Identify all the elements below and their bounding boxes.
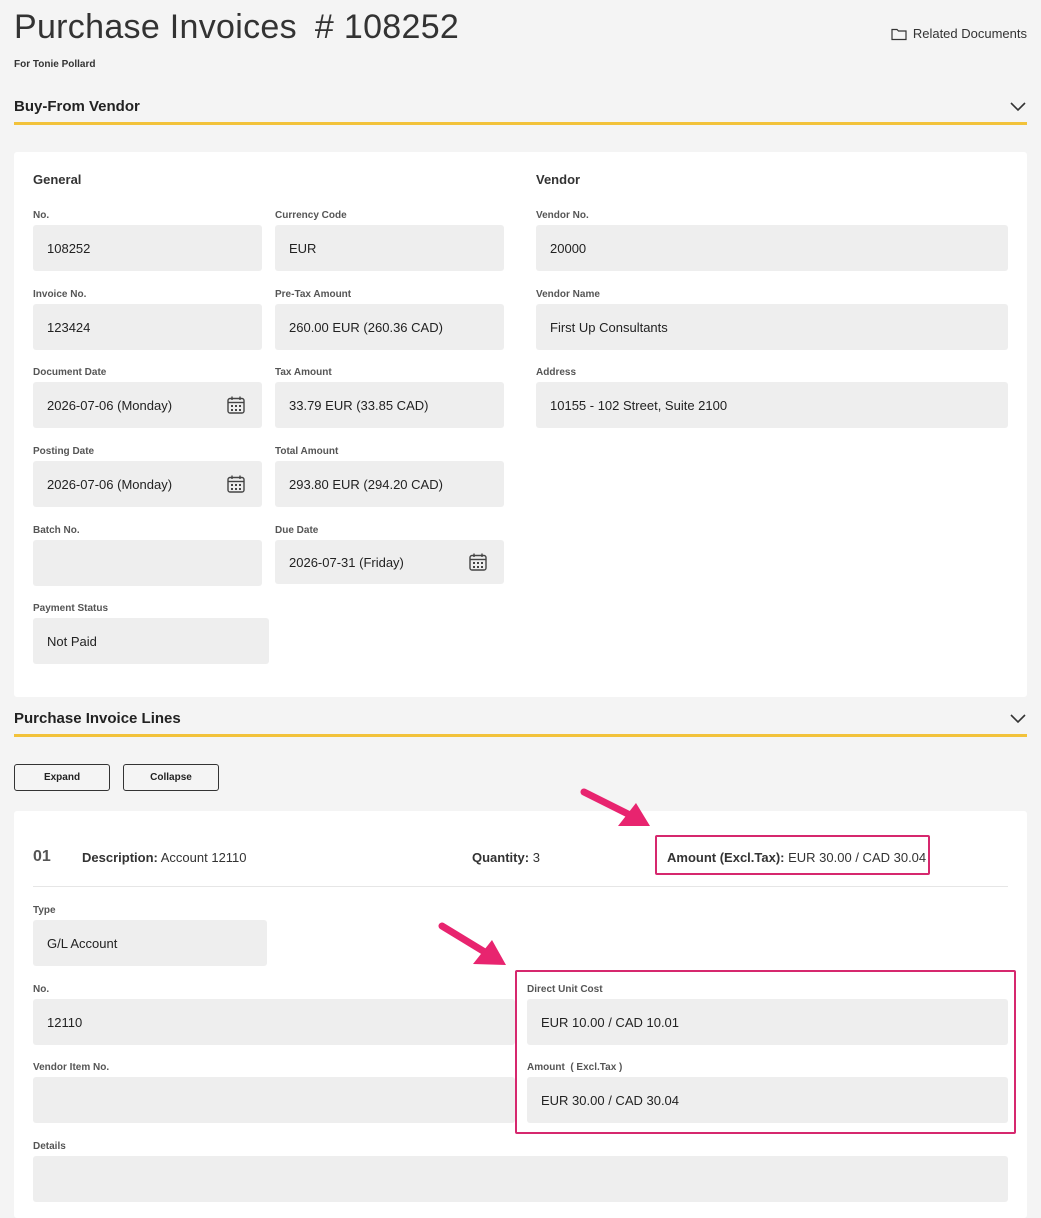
amount-excl-tax-field[interactable]: EUR 30.00 / CAD 30.04 (527, 1077, 1008, 1123)
posting-date-label: Posting Date (33, 446, 95, 457)
posting-date-value: 2026-07-06 (Monday) (47, 476, 173, 492)
folder-icon (891, 28, 907, 40)
invoice-lines-section-header[interactable]: Purchase Invoice Lines (14, 703, 1027, 737)
section-title: Purchase Invoice Lines (14, 710, 181, 727)
calendar-icon[interactable] (468, 552, 488, 572)
address-field[interactable]: 10155 - 102 Street, Suite 2100 (536, 382, 1008, 428)
line-description: Description: Account 12110 (82, 850, 247, 865)
amount-excl-tax-label: Amount ( Excl.Tax ) (527, 1062, 623, 1073)
amount-label: Amount (Excl.Tax): (667, 850, 785, 865)
page-title: Purchase Invoices # 108252 (14, 8, 1027, 47)
type-field[interactable]: G/L Account (33, 920, 267, 966)
direct-unit-cost-field[interactable]: EUR 10.00 / CAD 10.01 (527, 999, 1008, 1045)
due-date-label: Due Date (275, 525, 319, 536)
total-amount-field[interactable]: 293.80 EUR (294.20 CAD) (275, 461, 504, 507)
invoice-number: # 108252 (314, 8, 460, 46)
currency-code-field[interactable]: EUR (275, 225, 504, 271)
invoice-no-field[interactable]: 123424 (33, 304, 262, 350)
quantity-value: 3 (532, 850, 540, 865)
vendor-heading: Vendor (536, 172, 581, 187)
vendor-item-no-label: Vendor Item No. (33, 1062, 110, 1073)
tax-amount-field[interactable]: 33.79 EUR (33.85 CAD) (275, 382, 504, 428)
vendor-name-field[interactable]: First Up Consultants (536, 304, 1008, 350)
payment-status-label: Payment Status (33, 603, 109, 614)
related-documents-link[interactable]: Related Documents (891, 26, 1027, 41)
document-date-value: 2026-07-06 (Monday) (47, 397, 173, 413)
line-amount: Amount (Excl.Tax): EUR 30.00 / CAD 30.04 (667, 850, 926, 865)
tax-amount-label: Tax Amount (275, 367, 332, 378)
related-documents-label: Related Documents (912, 26, 1027, 41)
vendor-item-no-field[interactable] (33, 1077, 515, 1123)
details-field[interactable] (33, 1156, 1008, 1202)
vendor-no-field[interactable]: 20000 (536, 225, 1008, 271)
collapse-button[interactable]: Collapse (123, 764, 219, 791)
due-date-field[interactable]: 2026-07-31 (Friday) (275, 540, 504, 584)
batch-no-field[interactable] (33, 540, 262, 586)
chevron-down-icon[interactable] (1009, 713, 1027, 725)
vendor-no-label: Vendor No. (536, 210, 589, 221)
chevron-down-icon[interactable] (1009, 101, 1027, 113)
due-date-value: 2026-07-31 (Friday) (289, 554, 404, 570)
description-label: Description: (82, 850, 158, 865)
buy-from-vendor-section-header[interactable]: Buy-From Vendor (14, 91, 1027, 125)
document-date-field[interactable]: 2026-07-06 (Monday) (33, 382, 262, 428)
no-field[interactable]: 108252 (33, 225, 262, 271)
no-label: No. (33, 210, 50, 221)
page-subtitle: For Tonie Pollard (14, 59, 96, 70)
amount-value: EUR 30.00 / CAD 30.04 (788, 850, 927, 865)
total-amount-label: Total Amount (275, 446, 339, 457)
line-no-label: No. (33, 984, 50, 995)
currency-code-label: Currency Code (275, 210, 347, 221)
vendor-name-label: Vendor Name (536, 289, 600, 300)
general-heading: General (33, 172, 82, 187)
document-date-label: Document Date (33, 367, 107, 378)
batch-no-label: Batch No. (33, 525, 80, 536)
direct-unit-cost-label: Direct Unit Cost (527, 984, 603, 995)
quantity-label: Quantity: (472, 850, 530, 865)
calendar-icon[interactable] (226, 474, 246, 494)
pre-tax-amount-field[interactable]: 260.00 EUR (260.36 CAD) (275, 304, 504, 350)
line-quantity: Quantity: 3 (472, 850, 540, 865)
section-title: Buy-From Vendor (14, 98, 140, 115)
expand-button[interactable]: Expand (14, 764, 110, 791)
line-number[interactable]: 01 (33, 848, 51, 866)
address-label: Address (536, 367, 577, 378)
line-divider (33, 886, 1008, 887)
page-header: Purchase Invoices # 108252 For Tonie Poll… (14, 8, 1027, 78)
posting-date-field[interactable]: 2026-07-06 (Monday) (33, 461, 262, 507)
details-label: Details (33, 1141, 66, 1152)
page-title-text: Purchase Invoices (14, 8, 297, 46)
invoice-no-label: Invoice No. (33, 289, 87, 300)
calendar-icon[interactable] (226, 395, 246, 415)
pre-tax-amount-label: Pre-Tax Amount (275, 289, 352, 300)
payment-status-field[interactable]: Not Paid (33, 618, 269, 664)
type-label: Type (33, 905, 56, 916)
description-value: Account 12110 (160, 850, 247, 865)
line-no-field[interactable]: 12110 (33, 999, 515, 1045)
